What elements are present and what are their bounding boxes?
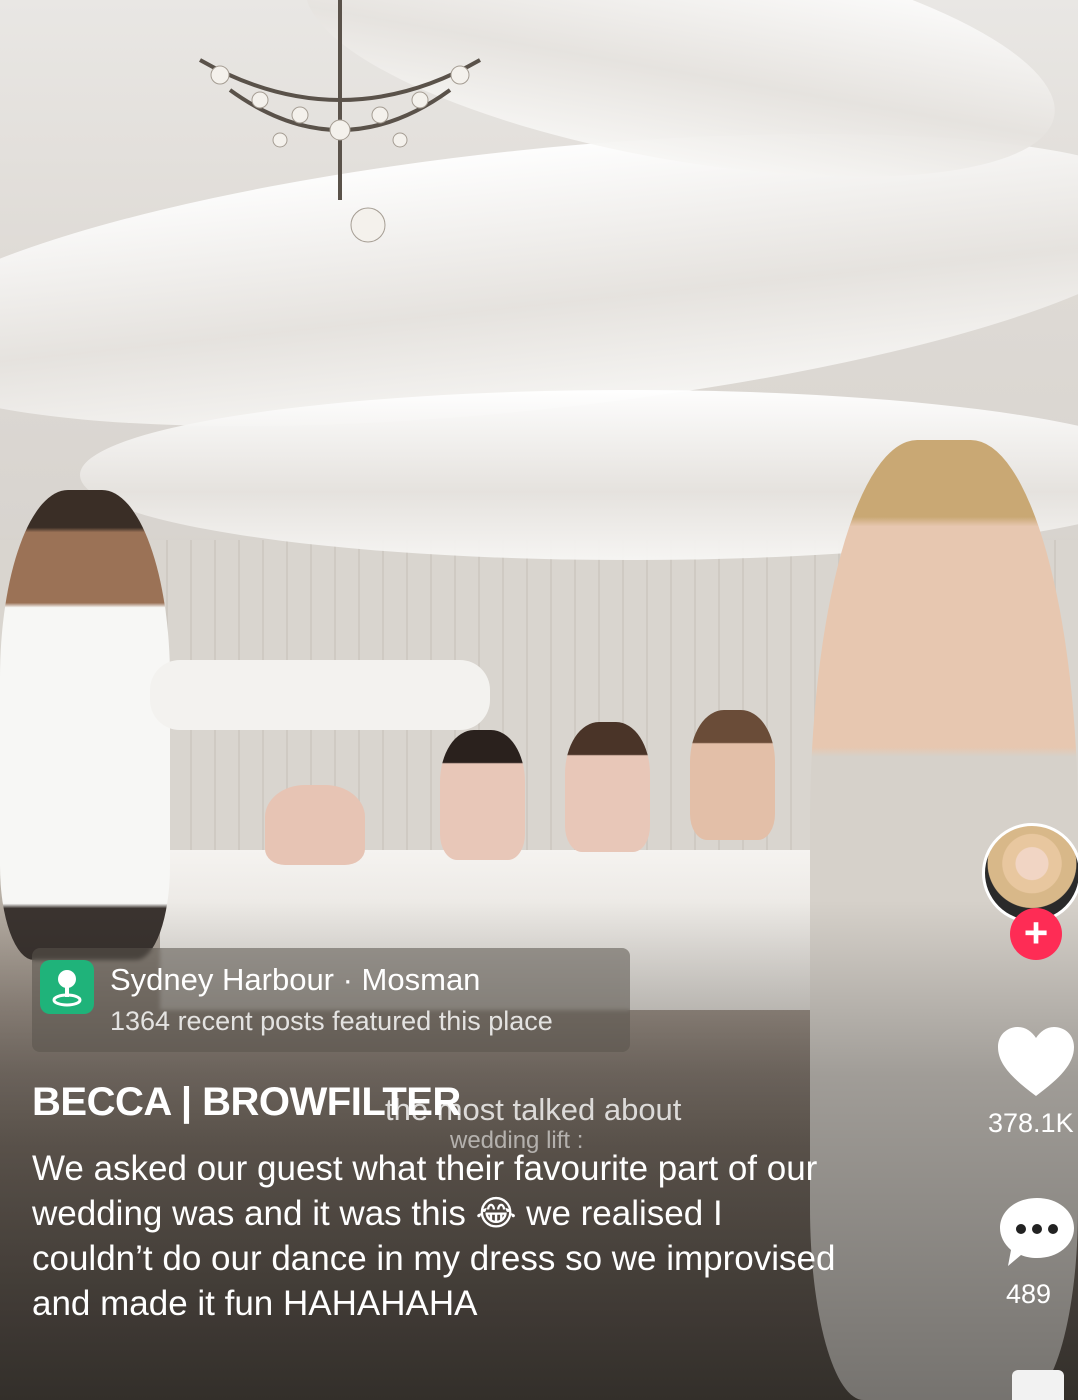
man-arms [150,660,490,730]
location-pin-icon [40,960,94,1014]
comment-bubble-icon[interactable] [998,1196,1076,1270]
follow-button[interactable]: + [1010,908,1062,960]
share-icon[interactable] [1012,1370,1064,1400]
heart-icon[interactable] [996,1026,1076,1098]
post-caption[interactable]: We asked our guest what their favourite … [32,1146,852,1326]
location-subtitle: 1364 recent posts featured this place [110,1006,553,1036]
author-username[interactable]: BECCA | BROWFILTER [32,1080,461,1125]
guest [565,722,650,852]
location-tag[interactable]: Sydney Harbour · Mosman 1364 recent post… [32,948,630,1052]
guest [690,710,775,840]
man-in-white-shirt [0,490,170,960]
comment-count: 489 [1006,1279,1052,1309]
guest [440,730,525,860]
chandelier [199,0,481,243]
like-count: 378.1K [988,1108,1074,1138]
location-name: Sydney Harbour · Mosman [110,962,481,997]
guest [265,785,365,865]
